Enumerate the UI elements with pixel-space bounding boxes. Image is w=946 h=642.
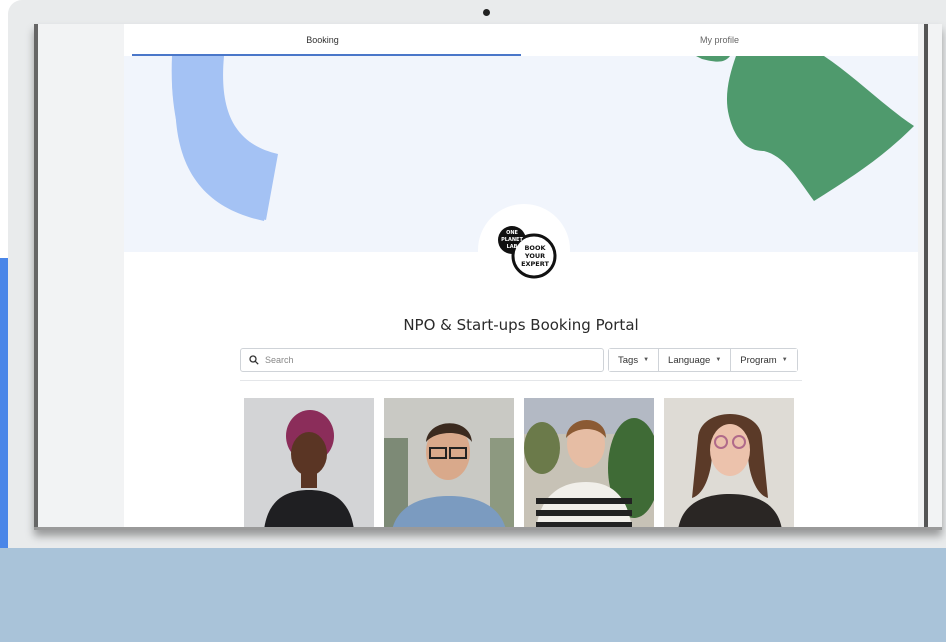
book-your-expert-logo: ONE PLANET LAB BOOK YOUR EXPERT (498, 226, 557, 279)
green-leaf-tip (696, 56, 730, 62)
svg-text:EXPERT: EXPERT (521, 260, 549, 268)
brand-logo: ONE PLANET LAB BOOK YOUR EXPERT (478, 204, 570, 296)
program-dropdown-label: Program (740, 354, 777, 366)
laptop-frame: Booking My profile ONE PLANET LAB BOOK Y… (8, 0, 946, 548)
screen-edge-left (34, 24, 38, 527)
expert-cards (244, 398, 794, 527)
svg-text:ONE: ONE (506, 230, 518, 236)
tags-dropdown-label: Tags (618, 354, 639, 366)
caret-down-icon: ▼ (781, 357, 788, 363)
expert-photo-3 (524, 398, 654, 527)
search-icon (249, 355, 259, 365)
caret-down-icon: ▼ (715, 357, 722, 363)
expert-card[interactable] (524, 398, 654, 527)
svg-text:LAB: LAB (507, 244, 518, 250)
svg-text:YOUR: YOUR (524, 252, 545, 260)
language-dropdown[interactable]: Language ▼ (658, 349, 731, 371)
expert-card[interactable] (384, 398, 514, 527)
tab-bar: Booking My profile (124, 24, 918, 56)
tab-booking[interactable]: Booking (124, 24, 521, 56)
camera-dot (483, 9, 490, 16)
screen-edge-right (924, 24, 928, 527)
tab-my-profile-label: My profile (699, 35, 739, 45)
tab-my-profile[interactable]: My profile (521, 24, 918, 56)
language-dropdown-label: Language (668, 354, 711, 366)
expert-photo-2 (384, 398, 514, 527)
laptop-screen: Booking My profile ONE PLANET LAB BOOK Y… (34, 24, 942, 530)
expert-photo-4 (664, 398, 794, 527)
program-dropdown[interactable]: Program ▼ (730, 349, 797, 371)
search-filter-row: Tags ▼ Language ▼ Program ▼ (240, 348, 802, 372)
expert-card[interactable] (664, 398, 794, 527)
svg-text:BOOK: BOOK (524, 244, 546, 252)
filter-group: Tags ▼ Language ▼ Program ▼ (608, 348, 798, 372)
booking-app: Booking My profile ONE PLANET LAB BOOK Y… (124, 24, 918, 527)
svg-text:PLANET: PLANET (501, 237, 523, 243)
section-divider (240, 380, 802, 381)
backdrop-accent (0, 258, 8, 548)
tab-booking-label: Booking (306, 35, 339, 45)
tags-dropdown[interactable]: Tags ▼ (609, 349, 659, 371)
search-field[interactable] (240, 348, 604, 372)
expert-photo-1 (244, 398, 374, 527)
search-input[interactable] (265, 355, 585, 365)
backdrop-band (0, 548, 946, 642)
green-leaf-shape (726, 56, 914, 201)
page-title: NPO & Start-ups Booking Portal (403, 316, 639, 334)
blue-arc-body (171, 56, 278, 220)
caret-down-icon: ▼ (643, 357, 650, 363)
expert-card[interactable] (244, 398, 374, 527)
